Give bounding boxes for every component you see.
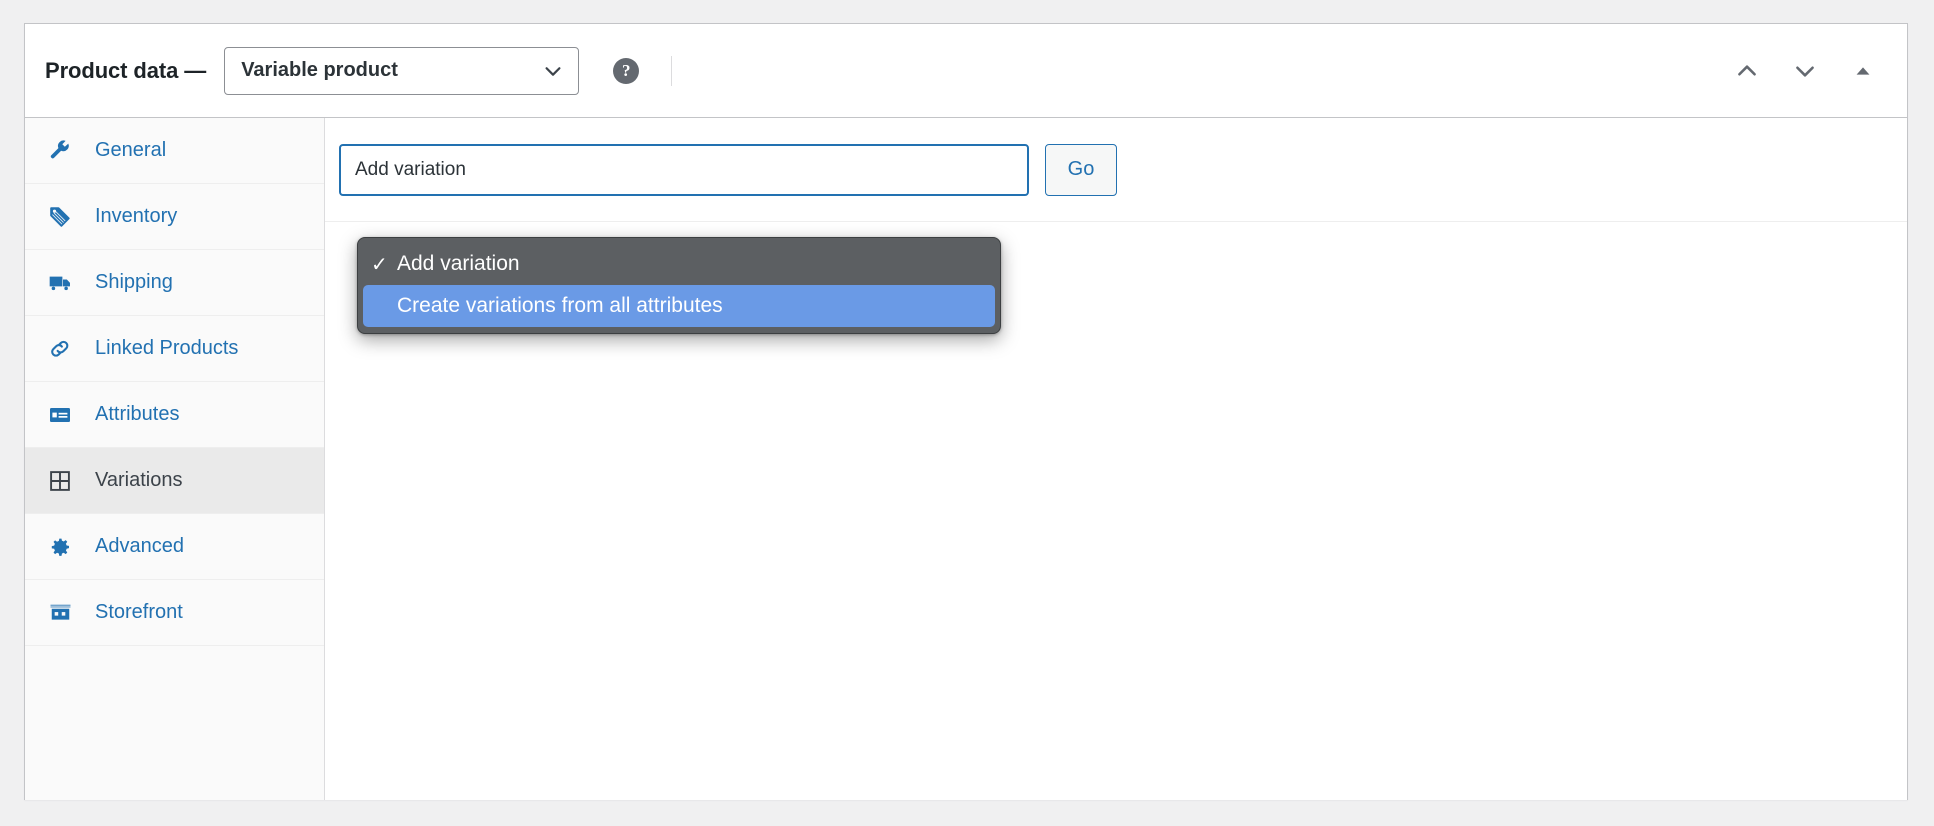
sidebar-item-attributes[interactable]: Attributes (25, 382, 324, 448)
bulk-action-value: Add variation (355, 158, 466, 180)
gear-icon (47, 534, 73, 560)
chevron-down-icon (545, 66, 561, 76)
toggle-panel-button[interactable] (1843, 51, 1883, 91)
grid-icon (47, 468, 73, 494)
sidebar-item-label: Inventory (95, 205, 178, 227)
sidebar-item-label: General (95, 139, 167, 161)
sidebar-item-label: Shipping (95, 271, 173, 293)
truck-icon (47, 270, 73, 296)
sidebar-item-label: Variations (95, 469, 183, 491)
wrench-icon (47, 138, 73, 164)
link-icon (47, 336, 73, 362)
chevron-up-icon (1738, 64, 1756, 76)
sidebar-item-variations[interactable]: Variations (25, 448, 324, 514)
tabs-footer-spacer (25, 646, 324, 694)
page-title: Product data — (45, 57, 207, 83)
sidebar-item-linked-products[interactable]: Linked Products (25, 316, 324, 382)
sidebar-item-shipping[interactable]: Shipping (25, 250, 324, 316)
sidebar-item-advanced[interactable]: Advanced (25, 514, 324, 580)
go-button[interactable]: Go (1045, 143, 1117, 196)
triangle-up-icon (1856, 66, 1870, 75)
product-type-value: Variable product (241, 59, 398, 81)
sidebar-item-label: Attributes (95, 403, 180, 425)
panel-order-actions (1727, 51, 1889, 91)
menu-item-create-variations-from-all-attributes[interactable]: Create variations from all attributes (363, 285, 995, 327)
list-box-icon (47, 402, 73, 428)
bulk-action-dropdown-menu: ✓ Add variation Create variations from a… (357, 237, 1001, 334)
panel-body: General Inventory Shipping Linked Produc… (25, 118, 1907, 800)
menu-item-label: Add variation (397, 252, 520, 275)
sidebar-item-label: Advanced (95, 535, 184, 557)
sidebar-item-label: Linked Products (95, 337, 239, 359)
menu-item-label: Create variations from all attributes (397, 294, 723, 317)
chevron-down-icon (1796, 65, 1814, 77)
panel-header: Product data — Variable product ? (25, 24, 1907, 118)
sidebar-item-general[interactable]: General (25, 118, 324, 184)
move-down-button[interactable] (1785, 51, 1825, 91)
bulk-action-select[interactable]: Add variation (339, 143, 1029, 196)
product-type-select[interactable]: Variable product (224, 46, 580, 95)
product-data-tabs: General Inventory Shipping Linked Produc… (25, 118, 325, 800)
sidebar-item-storefront[interactable]: Storefront (25, 580, 324, 646)
tag-icon (47, 204, 73, 230)
header-divider (671, 55, 673, 86)
menu-item-add-variation[interactable]: ✓ Add variation (363, 243, 995, 285)
sidebar-item-label: Storefront (95, 601, 183, 623)
check-icon: ✓ (371, 253, 388, 276)
variations-toolbar: Add variation Go (325, 118, 1907, 222)
store-icon (47, 600, 73, 626)
help-circle-icon[interactable]: ? (613, 57, 640, 84)
sidebar-item-inventory[interactable]: Inventory (25, 184, 324, 250)
variations-panel: Add variation Go (325, 118, 1907, 800)
product-data-panel: Product data — Variable product ? Genera… (24, 23, 1908, 800)
move-up-button[interactable] (1727, 51, 1767, 91)
